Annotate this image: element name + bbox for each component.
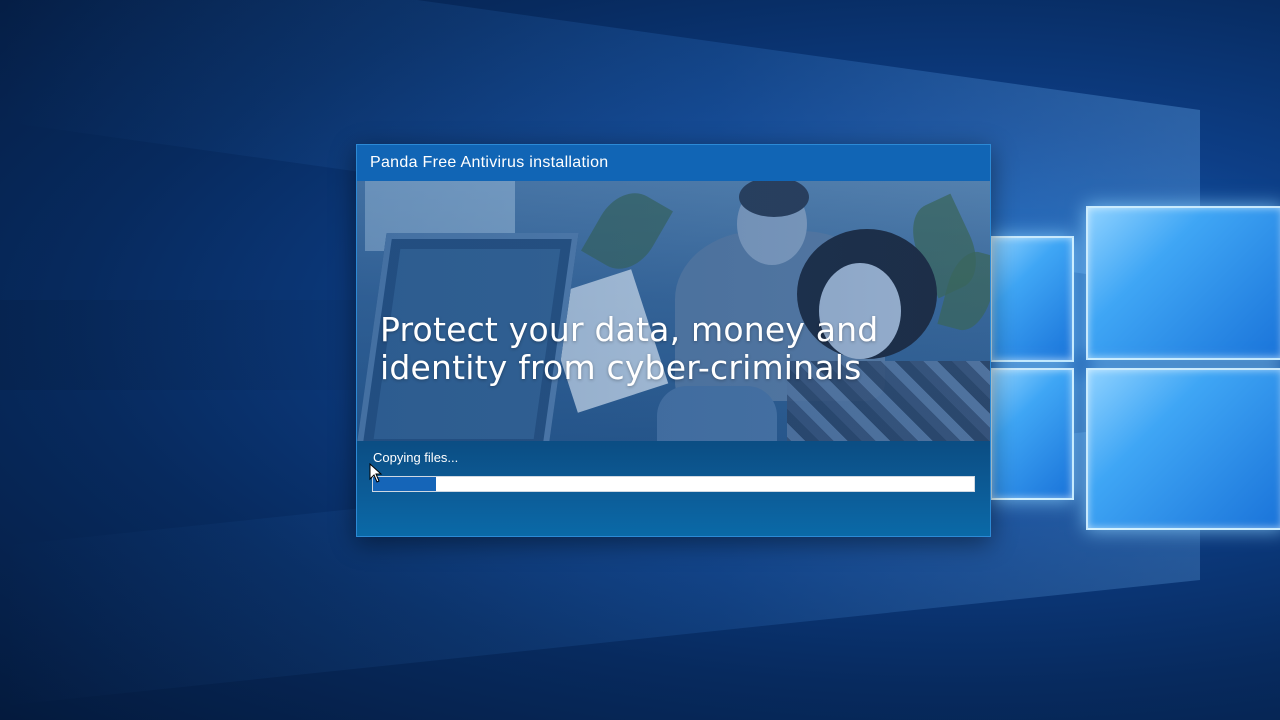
status-text: Copying files...: [373, 450, 459, 465]
mouse-cursor-icon: [369, 462, 383, 488]
windows-logo-pane: [1086, 206, 1280, 360]
banner-tagline: Protect your data, money and identity fr…: [380, 310, 879, 387]
window-titlebar[interactable]: Panda Free Antivirus installation: [357, 145, 990, 181]
windows-logo-icon: [990, 200, 1280, 530]
promo-banner-image: Protect your data, money and identity fr…: [357, 181, 990, 441]
installer-window: Panda Free Antivirus installation Protec…: [356, 144, 991, 537]
windows-logo-pane: [990, 368, 1074, 500]
window-title: Panda Free Antivirus installation: [370, 154, 609, 171]
progress-panel: Copying files...: [357, 441, 990, 536]
desktop-background: Panda Free Antivirus installation Protec…: [0, 0, 1280, 720]
progress-bar: [372, 476, 975, 492]
windows-logo-pane: [990, 236, 1074, 362]
windows-logo-pane: [1086, 368, 1280, 530]
